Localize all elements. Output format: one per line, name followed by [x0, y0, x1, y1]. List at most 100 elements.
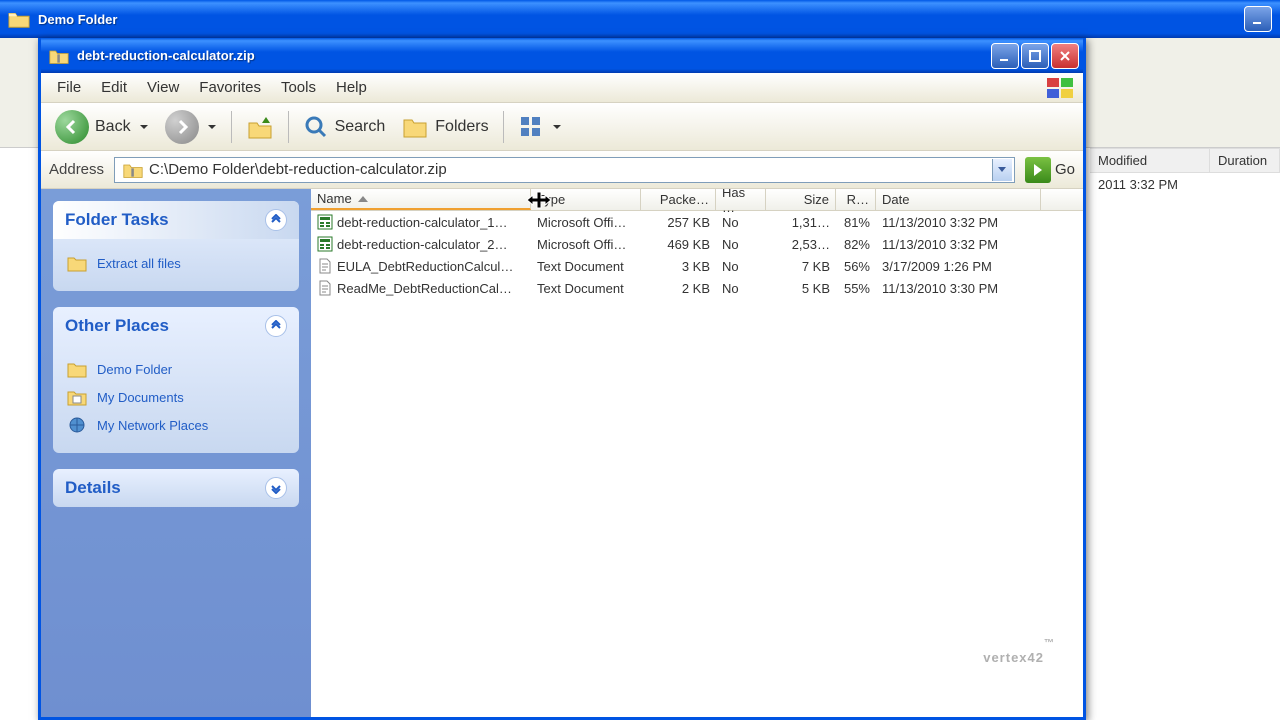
up-button[interactable] [240, 109, 280, 145]
file-row[interactable]: debt-reduction-calculator_2…Microsoft Of… [311, 233, 1083, 255]
parent-cell-modified: 2011 3:32 PM [1090, 175, 1210, 194]
file-date-cell: 11/13/2010 3:30 PM [876, 281, 1041, 296]
toolbar-separator [503, 111, 504, 143]
menu-file[interactable]: File [47, 75, 91, 100]
other-place-label: My Documents [97, 390, 184, 405]
zip-folder-icon [123, 161, 143, 179]
address-dropdown-button[interactable] [992, 159, 1012, 181]
folder-icon [67, 360, 87, 378]
parent-header-duration[interactable]: Duration [1210, 149, 1280, 172]
watermark: vertex42™ [983, 638, 1055, 669]
back-button[interactable]: Back [49, 106, 155, 148]
file-packed-cell: 257 KB [641, 215, 716, 230]
file-ratio-cell: 82% [836, 237, 876, 252]
file-size-cell: 1,31… [766, 215, 836, 230]
collapse-button[interactable] [265, 209, 287, 231]
file-row[interactable]: debt-reduction-calculator_1…Microsoft Of… [311, 211, 1083, 233]
file-name-cell: ReadMe_DebtReductionCal… [311, 280, 531, 296]
collapse-button[interactable] [265, 315, 287, 337]
toolbar-separator [231, 111, 232, 143]
parent-column-headers: Modified Duration [1090, 148, 1280, 173]
other-place-demo-folder[interactable]: Demo Folder [61, 355, 291, 383]
extract-all-link[interactable]: Extract all files [61, 249, 291, 277]
minimize-button[interactable] [991, 43, 1019, 69]
toolbar: Back Search Folders [41, 103, 1083, 151]
other-place-label: My Network Places [97, 418, 208, 433]
search-label: Search [335, 118, 386, 136]
titlebar[interactable]: debt-reduction-calculator.zip [41, 38, 1083, 73]
file-date-cell: 11/13/2010 3:32 PM [876, 237, 1041, 252]
toolbar-separator [288, 111, 289, 143]
file-rows: debt-reduction-calculator_1…Microsoft Of… [311, 211, 1083, 299]
maximize-button[interactable] [1021, 43, 1049, 69]
file-date-cell: 11/13/2010 3:32 PM [876, 215, 1041, 230]
extract-label: Extract all files [97, 256, 181, 271]
column-name[interactable]: Name [311, 189, 531, 210]
file-date-cell: 3/17/2009 1:26 PM [876, 259, 1041, 274]
other-place-my-documents[interactable]: My Documents [61, 383, 291, 411]
folders-icon [401, 114, 429, 140]
column-ratio[interactable]: R… [836, 189, 876, 210]
file-row[interactable]: EULA_DebtReductionCalcul…Text Document3 … [311, 255, 1083, 277]
menu-help[interactable]: Help [326, 75, 377, 100]
parent-titlebar[interactable]: Demo Folder [0, 0, 1280, 38]
views-button[interactable] [512, 110, 568, 144]
address-label: Address [49, 161, 104, 178]
windows-logo-icon [1045, 76, 1077, 100]
explorer-window: debt-reduction-calculator.zip File Edit … [38, 38, 1086, 720]
file-packed-cell: 3 KB [641, 259, 716, 274]
other-place-network[interactable]: My Network Places [61, 411, 291, 439]
column-type[interactable]: Type [531, 189, 641, 210]
file-name-cell: debt-reduction-calculator_1… [311, 214, 531, 230]
file-has-cell: No [716, 281, 766, 296]
column-has[interactable]: Has … [716, 189, 766, 210]
column-date[interactable]: Date [876, 189, 1041, 210]
address-input[interactable] [149, 161, 992, 178]
menu-view[interactable]: View [137, 75, 189, 100]
extract-icon [67, 254, 87, 272]
views-icon [518, 114, 544, 140]
folders-label: Folders [435, 118, 488, 136]
address-input-wrap[interactable] [114, 157, 1015, 183]
other-places-title: Other Places [65, 316, 265, 336]
menu-tools[interactable]: Tools [271, 75, 326, 100]
forward-button[interactable] [159, 106, 223, 148]
search-icon [303, 114, 329, 140]
parent-minimize-button[interactable] [1244, 6, 1272, 32]
forward-icon [165, 110, 199, 144]
file-type-cell: Text Document [531, 259, 641, 274]
folder-tasks-title: Folder Tasks [65, 210, 265, 230]
search-button[interactable]: Search [297, 110, 392, 144]
parent-data-row: 2011 3:32 PM [1090, 175, 1210, 194]
parent-window-controls [1244, 6, 1272, 32]
parent-window-title: Demo Folder [38, 12, 117, 27]
back-label: Back [95, 118, 131, 136]
menu-favorites[interactable]: Favorites [189, 75, 271, 100]
menu-edit[interactable]: Edit [91, 75, 137, 100]
close-button[interactable] [1051, 43, 1079, 69]
file-type-cell: Text Document [531, 281, 641, 296]
folder-icon [8, 9, 30, 29]
expand-button[interactable] [265, 477, 287, 499]
file-name-cell: debt-reduction-calculator_2… [311, 236, 531, 252]
window-controls [991, 43, 1079, 69]
chevron-down-icon [139, 122, 149, 132]
column-packed[interactable]: Packe… [641, 189, 716, 210]
parent-header-modified[interactable]: Modified [1090, 149, 1210, 172]
file-ratio-cell: 56% [836, 259, 876, 274]
folders-button[interactable]: Folders [395, 110, 494, 144]
details-title: Details [65, 478, 265, 498]
file-packed-cell: 469 KB [641, 237, 716, 252]
details-header[interactable]: Details [53, 469, 299, 507]
go-label: Go [1055, 161, 1075, 178]
other-place-label: Demo Folder [97, 362, 172, 377]
go-button[interactable]: Go [1025, 157, 1075, 183]
folder-tasks-header[interactable]: Folder Tasks [53, 201, 299, 239]
back-icon [55, 110, 89, 144]
chevron-down-icon [207, 122, 217, 132]
folder-up-icon [246, 113, 274, 141]
column-size[interactable]: Size [766, 189, 836, 210]
other-places-header[interactable]: Other Places [53, 307, 299, 345]
file-row[interactable]: ReadMe_DebtReductionCal…Text Document2 K… [311, 277, 1083, 299]
file-size-cell: 5 KB [766, 281, 836, 296]
